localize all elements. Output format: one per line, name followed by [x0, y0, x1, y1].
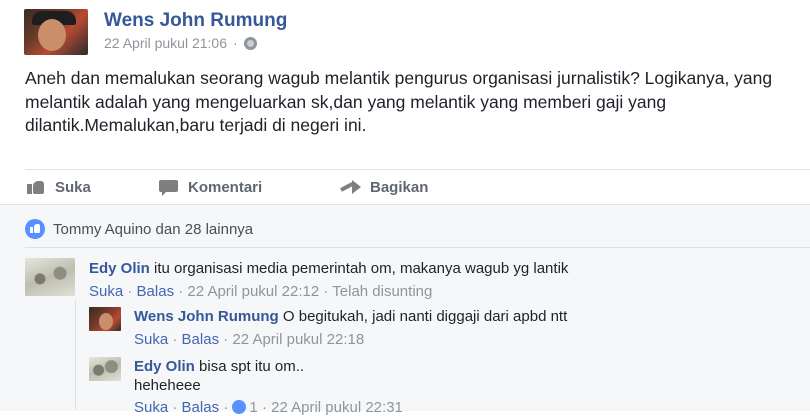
reply-like-link[interactable]: Suka: [134, 331, 168, 348]
author-avatar[interactable]: [24, 9, 88, 55]
comment-text: itu organisasi media pemerintah om, maka…: [154, 260, 569, 277]
like-badge-icon: [25, 219, 45, 239]
reply-text: O begitukah, jadi nanti diggaji dari apb…: [282, 308, 568, 325]
divider: [25, 247, 810, 248]
comment-meta: Suka · Balas · 22 April pukul 22:12 · Te…: [89, 283, 432, 300]
meta-separator: ·: [127, 283, 133, 300]
globe-icon[interactable]: [243, 36, 257, 50]
edited-label[interactable]: Telah disunting: [332, 283, 432, 300]
meta-separator: ·: [223, 399, 229, 416]
comment-reply-link[interactable]: Balas: [137, 283, 175, 300]
reply-reply-link[interactable]: Balas: [182, 399, 220, 416]
post-timestamp[interactable]: 22 April pukul 21:06: [104, 35, 227, 51]
comment-timestamp[interactable]: 22 April pukul 22:12: [187, 283, 319, 300]
reply-thread-line: [75, 300, 76, 410]
meta-separator: ·: [178, 283, 184, 300]
reply-body: Edy Olin bisa spt itu om..: [134, 358, 304, 375]
comment-button-label: Komentari: [188, 178, 263, 196]
reply-author[interactable]: Wens John Rumung: [134, 308, 279, 325]
comment-button[interactable]: Komentari: [158, 176, 262, 198]
likes-summary-text[interactable]: Tommy Aquino dan 28 lainnya: [53, 221, 253, 238]
meta-separator: ·: [232, 35, 238, 51]
reply-text-line-2: heheheee: [134, 377, 201, 394]
reply-avatar[interactable]: [89, 357, 121, 381]
reply-avatar[interactable]: [89, 307, 121, 331]
reply-meta: Suka · Balas · 22 April pukul 22:18: [134, 331, 364, 348]
share-button[interactable]: Bagikan: [340, 176, 428, 198]
post-meta: 22 April pukul 21:06 ·: [104, 35, 257, 51]
post-text: Aneh dan memalukan seorang wagub melanti…: [25, 68, 773, 135]
comment-like-link[interactable]: Suka: [89, 283, 123, 300]
meta-separator: ·: [172, 399, 178, 416]
meta-separator: ·: [172, 331, 178, 348]
meta-separator: ·: [323, 283, 329, 300]
thumbs-up-icon: [25, 179, 47, 195]
reply-like-count[interactable]: 1: [249, 399, 257, 416]
meta-separator: ·: [223, 331, 229, 348]
reply-author[interactable]: Edy Olin: [134, 358, 195, 375]
like-button-label: Suka: [55, 178, 91, 196]
thumbs-up-icon: [232, 400, 247, 414]
divider: [25, 169, 810, 170]
comment-body: Edy Olin itu organisasi media pemerintah…: [89, 260, 568, 277]
comment-author[interactable]: Edy Olin: [89, 260, 150, 277]
reply-timestamp[interactable]: 22 April pukul 22:31: [271, 399, 403, 416]
like-button[interactable]: Suka: [25, 176, 91, 198]
reply-like-link[interactable]: Suka: [134, 399, 168, 416]
meta-separator: ·: [261, 399, 267, 416]
reply-timestamp[interactable]: 22 April pukul 22:18: [232, 331, 364, 348]
post-author-name[interactable]: Wens John Rumung: [104, 10, 287, 32]
reply-text: bisa spt itu om..: [199, 358, 305, 375]
share-arrow-icon: [340, 179, 362, 195]
likes-summary[interactable]: Tommy Aquino dan 28 lainnya: [25, 219, 253, 239]
comment-bubble-icon: [158, 179, 180, 196]
commenter-avatar[interactable]: [25, 258, 75, 296]
reply-body: Wens John Rumung O begitukah, jadi nanti…: [134, 308, 567, 325]
reply-meta: Suka · Balas · 1 · 22 April pukul 22:31: [134, 399, 403, 416]
share-button-label: Bagikan: [370, 178, 429, 196]
reply-reply-link[interactable]: Balas: [182, 331, 220, 348]
